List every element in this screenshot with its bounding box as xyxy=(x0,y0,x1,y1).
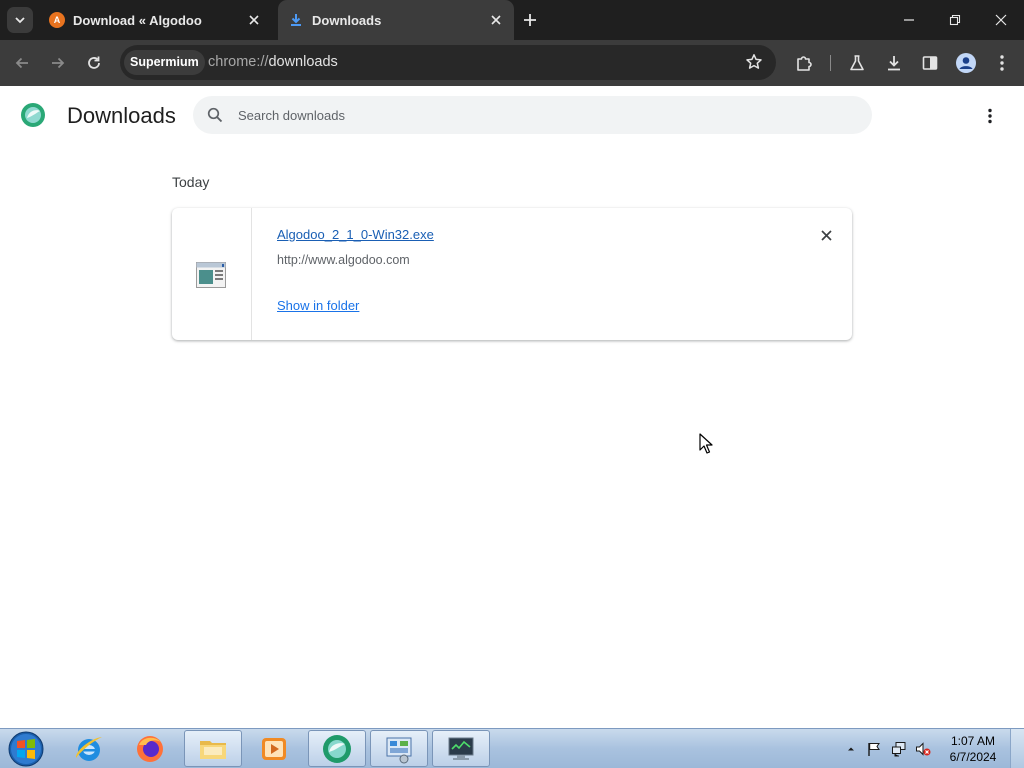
downloaded-file-link[interactable]: Algodoo_2_1_0-Win32.exe xyxy=(277,227,434,242)
download-source-url[interactable]: http://www.algodoo.com xyxy=(277,253,410,267)
back-arrow-icon xyxy=(15,57,28,69)
show-desktop-button[interactable] xyxy=(1010,729,1024,768)
profile-button[interactable] xyxy=(954,51,978,75)
tab-title: Downloads xyxy=(312,12,382,28)
reload-icon xyxy=(88,56,100,69)
minimize-icon xyxy=(904,19,914,21)
show-hidden-icons-button[interactable] xyxy=(843,741,859,757)
action-center-tray[interactable] xyxy=(866,741,882,757)
browser-toolbar: Supermium chrome://downloads xyxy=(0,40,1024,86)
url-scheme: chrome:// xyxy=(208,54,269,70)
algodoo-logo-icon xyxy=(21,103,45,127)
back-button[interactable] xyxy=(10,51,34,75)
monitor-icon xyxy=(448,737,474,760)
close-icon xyxy=(491,15,501,25)
folder-icon xyxy=(200,740,226,759)
volume-tray[interactable] xyxy=(915,741,931,757)
new-tab-button[interactable] xyxy=(520,10,540,30)
downloads-page: Downloads Today Algodoo_2_1_ xyxy=(0,86,1024,728)
close-window-button[interactable] xyxy=(990,10,1012,30)
forward-button[interactable] xyxy=(46,51,70,75)
close-icon xyxy=(820,229,832,241)
start-orb-icon[interactable] xyxy=(6,730,46,768)
restore-icon xyxy=(949,14,961,26)
volume-muted-icon xyxy=(916,742,931,756)
tab-search-button[interactable] xyxy=(7,7,33,33)
taskbar-clock[interactable]: 1:07 AM 6/7/2024 xyxy=(944,733,1002,765)
executable-file-icon xyxy=(196,262,226,288)
clock-time: 1:07 AM xyxy=(950,734,996,748)
taskbar-algodoo[interactable] xyxy=(308,730,366,767)
tab-title: Download « Algodoo xyxy=(73,12,202,28)
taskbar-media-player[interactable] xyxy=(245,730,303,767)
taskbar-internet-explorer[interactable] xyxy=(60,730,118,767)
close-icon xyxy=(249,15,259,25)
firefox-icon xyxy=(137,735,163,762)
side-panel-icon xyxy=(922,56,938,70)
flag-icon xyxy=(868,743,880,756)
profile-avatar-icon xyxy=(956,53,976,73)
chevron-up-icon xyxy=(848,747,854,751)
downloads-button[interactable] xyxy=(882,51,906,75)
extensions-puzzle-icon xyxy=(797,56,812,71)
taskbar-control-panel[interactable] xyxy=(370,730,428,767)
close-tab-button[interactable] xyxy=(246,12,262,28)
address-bar[interactable]: Supermium chrome://downloads xyxy=(120,45,776,80)
search-downloads-box[interactable] xyxy=(193,96,872,134)
media-player-icon xyxy=(262,737,286,760)
browser-menu-button[interactable] xyxy=(990,51,1014,75)
windows-taskbar: 1:07 AM 6/7/2024 xyxy=(0,728,1024,768)
plus-icon xyxy=(524,14,536,26)
date-section-heading: Today xyxy=(172,174,210,190)
internet-explorer-icon xyxy=(75,736,102,761)
taskbar-network-monitor[interactable] xyxy=(432,730,490,767)
close-tab-button[interactable] xyxy=(488,12,504,28)
toolbar-divider xyxy=(830,55,831,71)
reload-button[interactable] xyxy=(82,51,106,75)
remove-download-button[interactable] xyxy=(816,225,836,245)
extensions-button[interactable] xyxy=(792,51,816,75)
download-icon xyxy=(888,56,900,71)
downloads-menu-button[interactable] xyxy=(979,105,1001,127)
close-window-icon xyxy=(995,14,1007,26)
url-text[interactable]: chrome://downloads xyxy=(208,45,338,80)
search-icon xyxy=(207,107,223,123)
minimize-button[interactable] xyxy=(898,10,920,30)
tab-algodoo[interactable]: A Download « Algodoo xyxy=(40,0,272,40)
restore-button[interactable] xyxy=(944,10,966,30)
flask-icon xyxy=(850,55,864,71)
page-title: Downloads xyxy=(67,103,176,128)
search-downloads-input[interactable] xyxy=(238,96,838,134)
forward-arrow-icon xyxy=(52,57,65,69)
chevron-down-icon xyxy=(15,17,25,24)
vertical-dots-icon xyxy=(988,108,992,124)
network-tray[interactable] xyxy=(891,741,907,757)
taskbar-firefox[interactable] xyxy=(121,730,179,767)
network-icon xyxy=(892,742,906,757)
side-panel-button[interactable] xyxy=(918,51,942,75)
bookmark-star-icon xyxy=(746,54,762,69)
browser-name-chip[interactable]: Supermium xyxy=(124,50,205,75)
taskbar-file-explorer[interactable] xyxy=(184,730,242,767)
mouse-pointer-icon xyxy=(699,433,713,454)
show-in-folder-link[interactable]: Show in folder xyxy=(277,298,359,313)
vertical-dots-icon xyxy=(1000,55,1004,71)
url-path: downloads xyxy=(268,54,338,70)
file-icon-column xyxy=(172,208,252,340)
labs-button[interactable] xyxy=(845,51,869,75)
tab-strip: A Download « Algodoo Downloads xyxy=(0,0,1024,40)
tab-downloads[interactable]: Downloads xyxy=(278,0,514,40)
download-favicon-icon xyxy=(291,14,301,26)
bookmark-button[interactable] xyxy=(744,52,764,72)
download-item-card: Algodoo_2_1_0-Win32.exe http://www.algod… xyxy=(172,208,852,340)
algodoo-favicon-icon: A xyxy=(49,12,65,28)
clock-date: 6/7/2024 xyxy=(949,750,997,764)
algodoo-icon xyxy=(323,734,351,763)
control-panel-icon xyxy=(386,737,412,763)
